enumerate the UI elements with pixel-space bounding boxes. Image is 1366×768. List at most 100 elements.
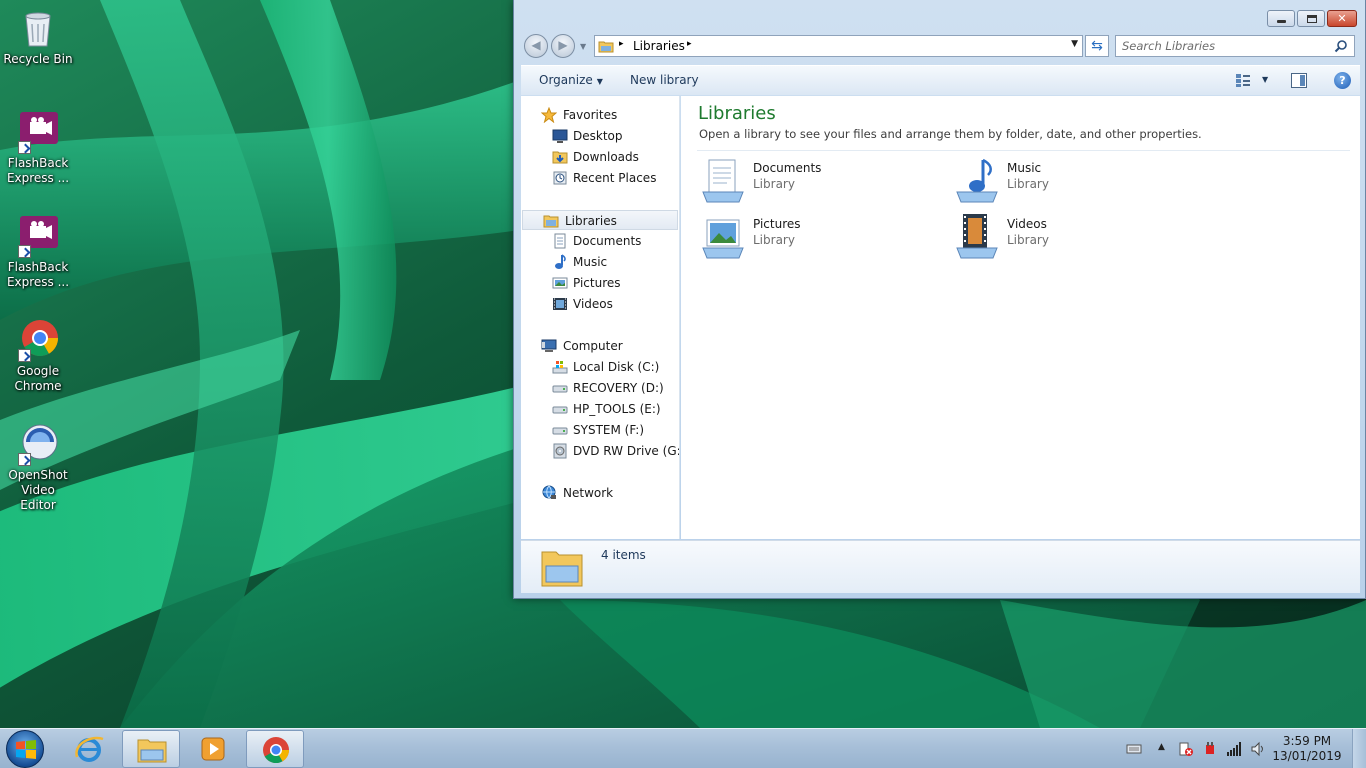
action-center-icon[interactable]	[1178, 741, 1194, 757]
recent-places-icon	[553, 171, 567, 185]
nav-network[interactable]: Network	[521, 483, 679, 503]
explorer-window: ✕ ◀ ▶ ▼ ▸ Libraries ▸ ▼ ⇆ Organize▼ New …	[513, 0, 1366, 599]
wifi-signal-icon[interactable]	[1226, 741, 1242, 757]
windows-logo-icon	[16, 740, 36, 759]
organize-label: Organize	[539, 73, 593, 87]
nav-favorites[interactable]: Favorites	[521, 105, 679, 125]
organize-menu[interactable]: Organize ▼	[539, 73, 603, 87]
dvd-drive-icon	[553, 443, 567, 459]
taskbar-media-player[interactable]	[184, 730, 242, 768]
nav-libraries-label: Libraries	[565, 214, 617, 228]
breadcrumb-separator-icon: ▸	[619, 39, 624, 49]
library-name: Music	[1007, 161, 1042, 175]
nav-videos-label: Videos	[573, 297, 613, 311]
nav-downloads-label: Downloads	[573, 150, 639, 164]
documents-icon	[554, 233, 566, 249]
nav-hp-tools-e[interactable]: HP_TOOLS (E:)	[521, 399, 679, 419]
nav-dvd-drive-g[interactable]: DVD RW Drive (G:) G	[521, 441, 679, 461]
show-hidden-icons-icon[interactable]: ▲	[1158, 742, 1165, 752]
library-name: Videos	[1007, 217, 1047, 231]
taskbar-windows-explorer[interactable]	[122, 730, 180, 768]
nav-recent-places[interactable]: Recent Places	[521, 168, 679, 188]
preview-pane-icon[interactable]	[1291, 73, 1307, 88]
help-icon[interactable]: ?	[1334, 72, 1351, 89]
close-button[interactable]: ✕	[1327, 10, 1357, 27]
chrome-icon	[16, 318, 60, 362]
show-desktop-button[interactable]	[1352, 729, 1366, 768]
nav-downloads[interactable]: Downloads	[521, 147, 679, 167]
nav-local-disk-c[interactable]: Local Disk (C:)	[521, 357, 679, 377]
flashback-icon	[16, 214, 60, 258]
network-icon	[542, 485, 556, 499]
search-box[interactable]	[1115, 35, 1355, 57]
power-plug-icon[interactable]	[1202, 741, 1218, 757]
flashback-icon	[16, 110, 60, 154]
change-view-icon[interactable]	[1235, 73, 1251, 88]
nav-computer[interactable]: Computer	[521, 336, 679, 356]
music-library-icon	[956, 158, 998, 203]
libraries-folder-icon	[598, 41, 614, 53]
search-icon[interactable]	[1334, 39, 1348, 53]
nav-pictures-label: Pictures	[573, 276, 621, 290]
maximize-button[interactable]	[1297, 10, 1325, 27]
nav-recent-places-label: Recent Places	[573, 171, 657, 185]
library-tile-pictures[interactable]: Pictures Library	[699, 212, 939, 262]
refresh-button[interactable]: ⇆	[1085, 35, 1109, 57]
clock[interactable]: 3:59 PM 13/01/2019	[1272, 734, 1342, 764]
internet-explorer-icon	[75, 736, 104, 762]
start-button[interactable]	[6, 730, 44, 768]
nav-recovery-d[interactable]: RECOVERY (D:)	[521, 378, 679, 398]
volume-icon[interactable]	[1250, 741, 1266, 757]
minimize-button[interactable]	[1267, 10, 1295, 27]
library-name: Documents	[753, 161, 822, 175]
desktop-icon-recycle-bin[interactable]: Recycle Bin	[2, 6, 74, 67]
search-input[interactable]	[1122, 38, 1327, 54]
nav-pictures[interactable]: Pictures	[521, 273, 679, 293]
desktop-icon-openshot[interactable]: OpenShot Video Editor	[2, 422, 74, 513]
breadcrumb-separator-icon[interactable]: ▸	[687, 39, 692, 49]
library-name: Pictures	[753, 217, 801, 231]
system-tray: ▲ 3:59 PM 13/01/2019	[1106, 729, 1366, 768]
breadcrumb-libraries[interactable]: Libraries	[633, 39, 685, 53]
nav-documents-label: Documents	[573, 234, 642, 248]
nav-system-f[interactable]: SYSTEM (F:)	[521, 420, 679, 440]
nav-music[interactable]: Music	[521, 252, 679, 272]
library-tile-videos[interactable]: Videos Library	[953, 212, 1193, 262]
address-bar[interactable]: ▸ Libraries ▸ ▼	[594, 35, 1083, 57]
item-count: 4 items	[601, 548, 646, 562]
library-tile-music[interactable]: Music Library	[953, 156, 1193, 206]
nav-documents[interactable]: Documents	[521, 231, 679, 251]
desktop-icon-label: FlashBack Express ...	[6, 260, 70, 289]
forward-arrow-icon: ▶	[558, 38, 568, 52]
keyboard-icon[interactable]	[1126, 741, 1142, 757]
drive-icon	[552, 385, 568, 393]
new-library-button[interactable]: New library	[630, 73, 699, 87]
music-icon	[555, 254, 566, 269]
taskbar-internet-explorer[interactable]	[60, 730, 118, 768]
computer-icon	[541, 339, 557, 352]
libraries-folder-icon	[541, 551, 583, 587]
taskbar-google-chrome[interactable]	[246, 730, 304, 768]
nav-favorites-label: Favorites	[563, 108, 618, 122]
library-tile-documents[interactable]: Documents Library	[699, 156, 939, 206]
library-type: Library	[753, 233, 795, 247]
page-title: Libraries	[698, 103, 776, 124]
desktop-icon-chrome[interactable]: Google Chrome	[2, 318, 74, 394]
recent-pages-dropdown[interactable]: ▼	[580, 42, 586, 51]
navigation-pane: Favorites Desktop Downloads Recent Place…	[521, 96, 680, 539]
library-type: Library	[753, 177, 795, 191]
nav-videos[interactable]: Videos	[521, 294, 679, 314]
back-arrow-icon: ◀	[531, 38, 541, 52]
desktop-icon-flashback-1[interactable]: FlashBack Express ...	[2, 110, 74, 186]
view-options-dropdown-icon[interactable]: ▼	[1262, 75, 1268, 84]
content-pane: Libraries Open a library to see your fil…	[681, 96, 1360, 539]
back-button[interactable]: ◀	[524, 34, 548, 58]
forward-button[interactable]: ▶	[551, 34, 575, 58]
close-icon: ✕	[1337, 12, 1347, 25]
window-caption-buttons: ✕	[1265, 10, 1357, 27]
desktop-icon-label: FlashBack Express ...	[6, 156, 70, 185]
nav-desktop[interactable]: Desktop	[521, 126, 679, 146]
desktop-icon-flashback-2[interactable]: FlashBack Express ...	[2, 214, 74, 290]
address-dropdown-icon[interactable]: ▼	[1071, 39, 1078, 49]
nav-libraries[interactable]: Libraries	[522, 210, 678, 230]
